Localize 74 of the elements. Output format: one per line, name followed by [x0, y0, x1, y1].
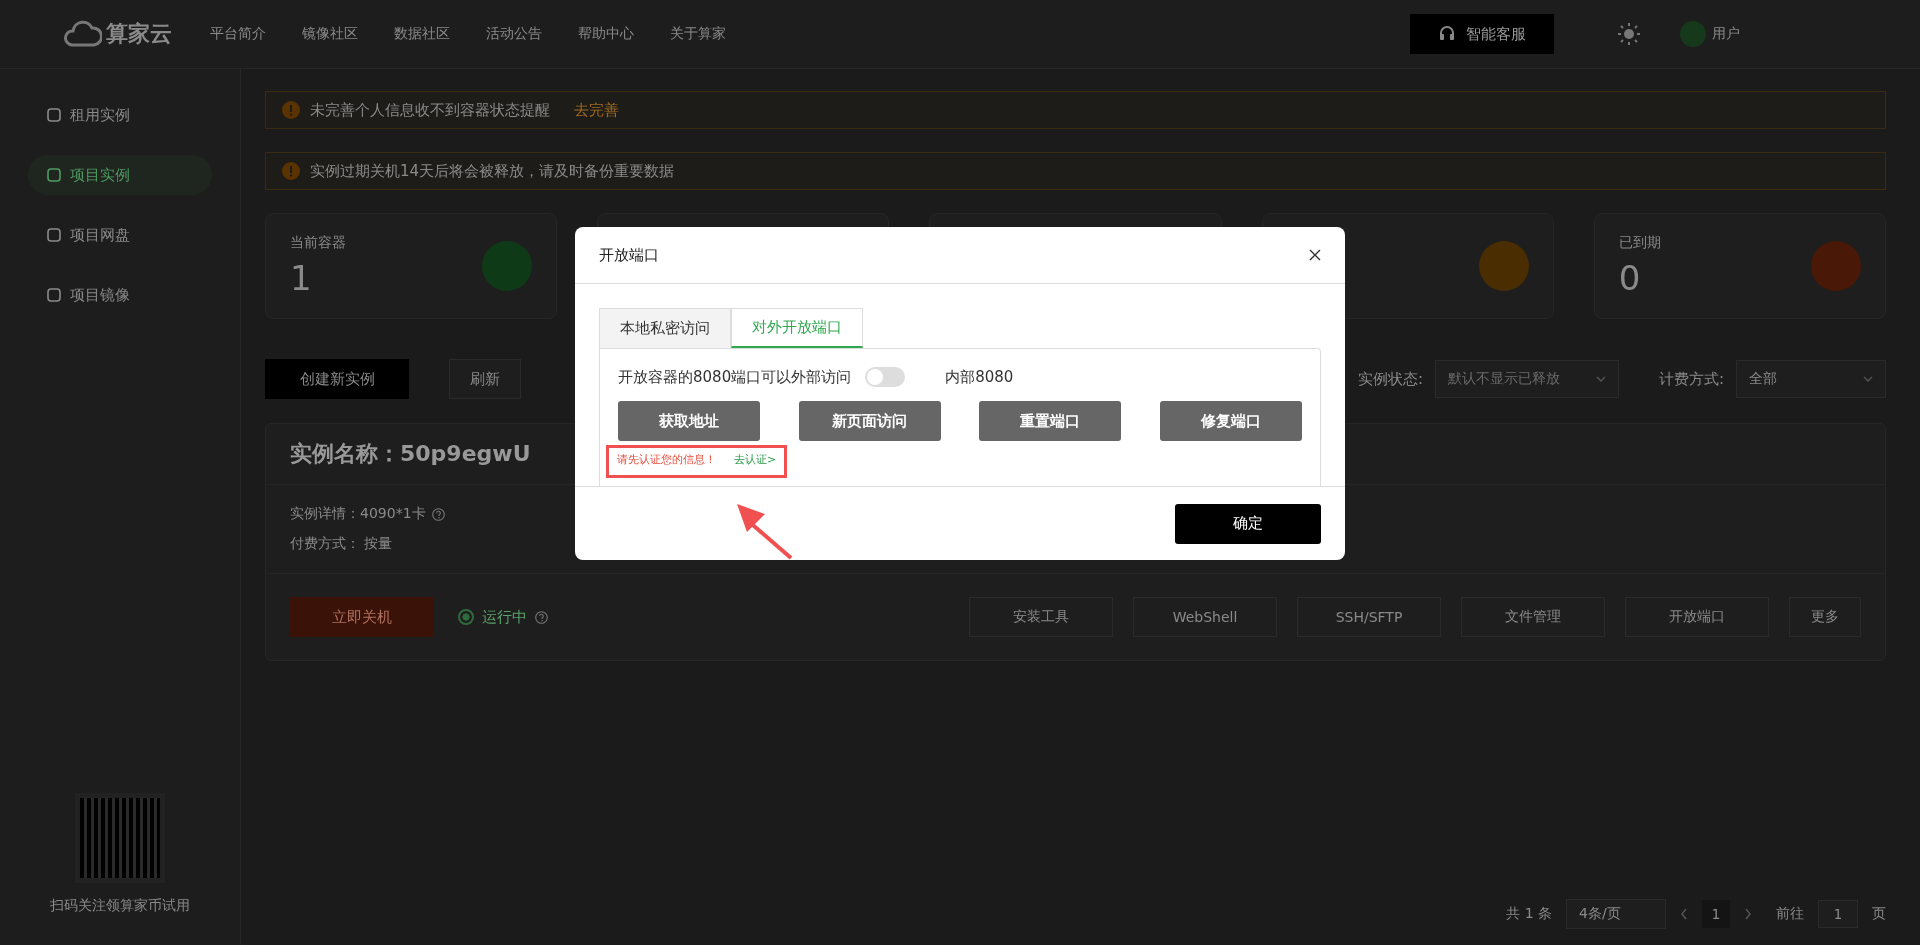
- action-button[interactable]: SSH/SFTP: [1297, 597, 1441, 637]
- page-number[interactable]: 1: [1702, 900, 1730, 928]
- sidebar-item[interactable]: 租用实例: [28, 95, 212, 135]
- notice-text: 未完善个人信息收不到容器状态提醒: [310, 100, 550, 120]
- create-instance-button[interactable]: 创建新实例: [265, 359, 409, 399]
- chevron-down-icon: [1595, 376, 1606, 382]
- sun-icon[interactable]: [1618, 23, 1640, 45]
- nav-link[interactable]: 数据社区: [394, 25, 450, 43]
- sidebar-item[interactable]: 项目实例: [28, 155, 212, 195]
- goto-label: 前往: [1776, 905, 1804, 923]
- menu-item-icon: [46, 227, 62, 243]
- notice-text: 实例过期关机14天后将会被释放，请及时备份重要数据: [310, 161, 675, 181]
- previous-page-icon[interactable]: [1680, 908, 1688, 920]
- nav-link[interactable]: 关于算家: [670, 25, 726, 43]
- goto-page-field[interactable]: 1: [1818, 900, 1858, 928]
- total-count: 共 1 条: [1506, 905, 1552, 923]
- dialog-tab[interactable]: 本地私密访问: [599, 308, 731, 348]
- customer-service-button[interactable]: 智能客服: [1410, 14, 1554, 54]
- billing-method: 付费方式： 按量: [290, 535, 393, 553]
- logo-text[interactable]: 算家云: [106, 19, 172, 49]
- toggle-switch[interactable]: [865, 367, 906, 387]
- stat-label: 当前容器: [290, 234, 346, 252]
- nav-link[interactable]: 帮助中心: [578, 25, 634, 43]
- page-size-select[interactable]: 4条/页: [1566, 899, 1666, 929]
- headset-icon: [1438, 25, 1456, 43]
- sidebar-item[interactable]: 项目镜像: [28, 275, 212, 315]
- stat-label: 已到期: [1618, 234, 1661, 252]
- nav-link[interactable]: 平台简介: [210, 25, 266, 43]
- menu-item-icon: [46, 287, 62, 303]
- action-button[interactable]: 开放端口: [1625, 597, 1769, 637]
- port-action-button[interactable]: 获取地址: [618, 401, 760, 441]
- refresh-button[interactable]: 刷新: [449, 359, 521, 399]
- confirm-button[interactable]: 确定: [1175, 503, 1321, 544]
- warning-icon: [282, 162, 300, 180]
- status-select[interactable]: 默认不显示已释放: [1434, 360, 1619, 398]
- warning-icon: [282, 101, 300, 119]
- port-action-button[interactable]: 新页面访问: [798, 401, 941, 441]
- pointer-arrow: [735, 502, 793, 560]
- status-text: 运行中: [482, 607, 527, 627]
- instance-details: 实例详情：4090*1卡: [290, 505, 426, 523]
- filter-label: 实例状态:: [1357, 369, 1423, 389]
- page-suffix: 页: [1872, 905, 1886, 923]
- filter-label: 计费方式:: [1658, 369, 1724, 389]
- shutdown-button[interactable]: 立即关机: [290, 597, 434, 637]
- port-description: 开放容器的8080端口可以外部访问: [618, 367, 852, 387]
- dialog-tab[interactable]: 对外开放端口: [731, 308, 863, 348]
- action-button[interactable]: 更多: [1789, 597, 1861, 637]
- user-name[interactable]: 用户: [1712, 25, 1740, 43]
- help-icon[interactable]: [535, 610, 548, 624]
- stat-value: 1: [290, 258, 313, 298]
- port-action-button[interactable]: 修复端口: [1159, 401, 1302, 441]
- help-icon[interactable]: [431, 507, 445, 521]
- notice-link[interactable]: 去完善: [574, 100, 619, 120]
- next-page-icon[interactable]: [1744, 908, 1752, 920]
- nav-link[interactable]: 镜像社区: [302, 25, 358, 43]
- internal-port: 内部8080: [945, 367, 1014, 387]
- qr-caption: 扫码关注领算家币试用: [50, 897, 190, 915]
- action-button[interactable]: 安装工具: [969, 597, 1113, 637]
- billing-select[interactable]: 全部: [1736, 360, 1886, 398]
- port-action-button[interactable]: 重置端口: [979, 401, 1122, 441]
- cloud-logo-icon: [64, 19, 102, 49]
- nav-link[interactable]: 活动公告: [486, 25, 542, 43]
- menu-item-icon: [46, 107, 62, 123]
- dialog-title: 开放端口: [599, 245, 659, 265]
- action-button[interactable]: 文件管理: [1461, 597, 1605, 637]
- sidebar-item[interactable]: 项目网盘: [28, 215, 212, 255]
- menu-item-icon: [46, 167, 62, 183]
- verify-link[interactable]: 去认证>: [734, 452, 777, 467]
- close-icon[interactable]: [1309, 249, 1321, 261]
- instance-name: 实例名称：50p9egwU: [290, 440, 531, 468]
- verify-warning: 请先认证您的信息！: [617, 452, 716, 467]
- stat-value: 0: [1618, 258, 1642, 298]
- action-button[interactable]: WebShell: [1133, 597, 1277, 637]
- chevron-down-icon: [1863, 376, 1873, 382]
